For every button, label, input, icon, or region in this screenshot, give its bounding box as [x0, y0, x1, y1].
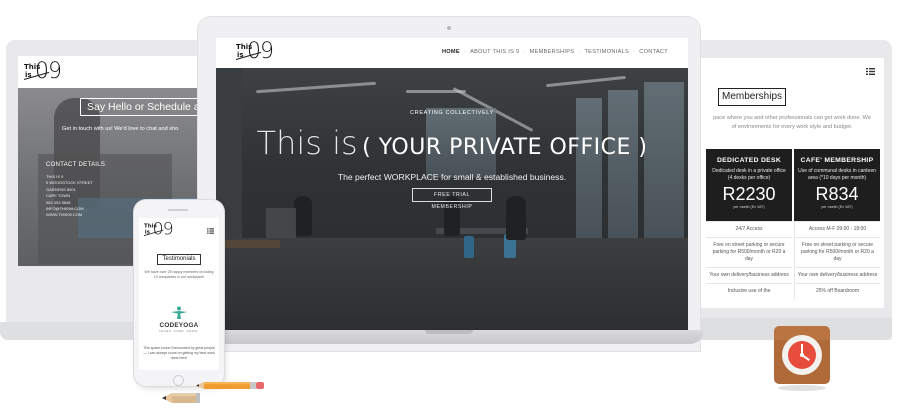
client-name: CODEYOGA [159, 322, 199, 329]
memberships-description: pace where you and other professionals c… [700, 114, 884, 132]
plan-unit: per month (Ex VAT) [821, 205, 853, 209]
testimonials-heading: Testimonials [157, 254, 201, 265]
plan-feature: Your own delivery/business address [795, 267, 880, 283]
person-silhouette [294, 196, 312, 236]
description-line: of environments for every work style and… [731, 124, 853, 130]
hero-title: This is ( YOUR PRIVATE OFFICE ) [216, 124, 688, 162]
memberships-heading: Memberships [718, 88, 786, 106]
person-silhouette [506, 196, 526, 240]
nav-home[interactable]: HOME [442, 49, 460, 55]
nav-memberships[interactable]: MEMBERSHIPS [530, 49, 575, 55]
codeyoga-logo-icon [171, 306, 187, 319]
hero-title-prefix: This is [256, 124, 358, 162]
plan-unit: per month (Ex VAT) [733, 205, 765, 209]
home-page-screen: This is 09 HOME · ABOUT THIS IS 9 · MEMB… [216, 38, 688, 333]
plan-title: DEDICATED DESK [716, 157, 782, 164]
office-window [644, 82, 684, 252]
plan-subtitle: Use of communal desks in canteen area (*… [798, 168, 876, 181]
phone-home-button [173, 375, 184, 386]
nav-links: HOME · ABOUT THIS IS 9 · MEMBERSHIPS · T… [442, 49, 668, 55]
office-floor [216, 238, 688, 333]
nav-about[interactable]: ABOUT THIS IS 9 [470, 49, 519, 55]
hero-subtitle: The perfect WORKPLACE for small & establ… [337, 172, 567, 182]
webcam-dot [447, 26, 451, 30]
plan-price: R834 [815, 184, 859, 204]
nav-contact[interactable]: CONTACT [639, 49, 668, 55]
desk-clock-icon [774, 326, 830, 391]
memberships-page-screen: Memberships pace where you and other pro… [700, 58, 884, 308]
description-line: pace where you and other professionals c… [713, 115, 871, 121]
contact-details-title: CONTACT DETAILS [46, 162, 106, 168]
office-sofa [266, 208, 296, 238]
hamburger-menu-icon[interactable] [866, 68, 875, 75]
nav-separator: · [578, 49, 581, 55]
plan-feature: 25% off Boardroom [795, 283, 880, 299]
site-logo[interactable]: This is 09 [23, 60, 72, 86]
nav-separator: · [633, 49, 636, 55]
codeyoga-client-logo: CODEYOGA LEARN. CODE. GROW. [139, 322, 219, 333]
pencil-icon [196, 382, 264, 389]
hero-title-highlight: ( YOUR PRIVATE OFFICE ) [362, 135, 648, 160]
contact-intro: Get in touch with us! We'd love to chat … [62, 126, 179, 132]
plan-feature: 24/7 Access [706, 221, 792, 237]
ceiling-light [546, 75, 626, 88]
office-desk [222, 240, 280, 248]
testimonials-note: We have over 25 happy members including … [144, 270, 214, 279]
ceiling-light [256, 81, 376, 94]
pencil-stub-icon [162, 393, 200, 403]
hero-eyebrow: CREATING COLLECTIVELY [410, 110, 494, 116]
nav-separator: · [463, 49, 467, 55]
plan-subtitle: Dedicated desk in a private office (4 de… [712, 168, 786, 181]
hamburger-menu-icon[interactable] [207, 228, 214, 234]
nav-separator: · [523, 49, 526, 55]
nav-testimonials[interactable]: TESTIMONIALS [584, 49, 629, 55]
plan-feature: Access M-F 09:00 - 18:00 [795, 221, 880, 237]
plan-feature: Free on street parking or secure parking… [706, 237, 792, 267]
client-tagline: LEARN. CODE. GROW. [159, 329, 199, 333]
plan-feature: Inclusive use of the [706, 283, 792, 299]
site-logo[interactable]: This is 09 [235, 40, 286, 66]
contact-heading: Say Hello or Schedule a [80, 98, 204, 116]
plan-card-dedicated-desk[interactable]: DEDICATED DESK Dedicated desk in a priva… [706, 149, 792, 221]
plan-card-cafe-membership[interactable]: CAFE' MEMBERSHIP Use of communal desks i… [794, 149, 880, 221]
free-trial-button[interactable]: FREE TRIAL MEMBERSHIP [412, 188, 492, 210]
plan-feature: Free on street parking or secure parking… [795, 237, 880, 267]
plan-price: R2230 [722, 184, 776, 204]
top-navigation-bar: This is 09 HOME · ABOUT THIS IS 9 · MEMB… [216, 38, 688, 68]
phone-speaker [168, 209, 188, 211]
testimonials-page-screen: This is 09 Testimonials We have over 25 … [139, 218, 219, 370]
testimonial-quote: This space rocks! Surrounded by great pe… [143, 346, 215, 360]
office-chair [464, 236, 474, 258]
plan-features-cafe-membership: Access M-F 09:00 - 18:00 Free on street … [794, 221, 880, 299]
site-logo[interactable]: This is 09 [143, 220, 175, 239]
laptop-notch [425, 330, 473, 334]
plan-features-dedicated-desk: 24/7 Access Free on street parking or se… [706, 221, 792, 299]
plan-feature: Your own delivery/business address [706, 267, 792, 283]
plan-title: CAFE' MEMBERSHIP [800, 157, 874, 164]
